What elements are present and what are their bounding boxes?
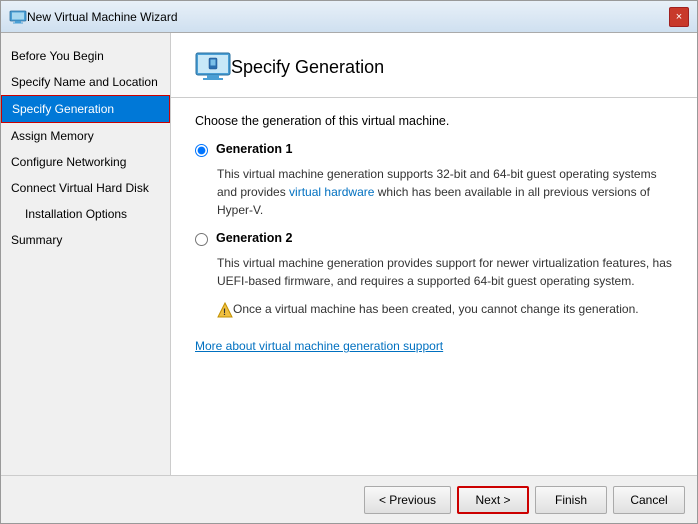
- bottom-bar: < Previous Next > Finish Cancel: [1, 475, 697, 523]
- gen2-radio[interactable]: [195, 233, 208, 246]
- gen1-radio[interactable]: [195, 144, 208, 157]
- more-info-link[interactable]: More about virtual machine generation su…: [195, 339, 443, 353]
- sidebar-item-summary[interactable]: Summary: [1, 227, 170, 253]
- title-bar-text: New Virtual Machine Wizard: [27, 10, 669, 24]
- sidebar-item-installation-options[interactable]: Installation Options: [1, 201, 170, 227]
- gen2-label[interactable]: Generation 2: [216, 231, 292, 245]
- warning-row: ! Once a virtual machine has been create…: [217, 302, 673, 318]
- page-title: Specify Generation: [231, 57, 384, 78]
- sidebar: Before You Begin Specify Name and Locati…: [1, 33, 171, 475]
- gen1-desc-link[interactable]: virtual hardware: [289, 185, 374, 199]
- previous-button[interactable]: < Previous: [364, 486, 451, 514]
- sidebar-item-specify-generation[interactable]: Specify Generation: [1, 95, 170, 123]
- header-section: Specify Generation: [171, 33, 697, 98]
- gen1-desc: This virtual machine generation supports…: [217, 165, 673, 219]
- sidebar-item-before-you-begin[interactable]: Before You Begin: [1, 43, 170, 69]
- body-subtitle: Choose the generation of this virtual ma…: [195, 114, 673, 128]
- next-button[interactable]: Next >: [457, 486, 529, 514]
- gen1-label[interactable]: Generation 1: [216, 142, 292, 156]
- header-icon: [195, 49, 231, 85]
- sidebar-item-configure-networking[interactable]: Configure Networking: [1, 149, 170, 175]
- main-area: Specify Generation Choose the generation…: [171, 33, 697, 475]
- body-section: Choose the generation of this virtual ma…: [171, 98, 697, 475]
- warning-text: Once a virtual machine has been created,…: [233, 302, 639, 316]
- title-bar: New Virtual Machine Wizard ×: [1, 1, 697, 33]
- finish-button[interactable]: Finish: [535, 486, 607, 514]
- footer-link-container: More about virtual machine generation su…: [195, 338, 673, 353]
- warning-icon: !: [217, 302, 233, 318]
- window-icon: [9, 8, 27, 26]
- sidebar-item-connect-vhd[interactable]: Connect Virtual Hard Disk: [1, 175, 170, 201]
- close-button[interactable]: ×: [669, 7, 689, 27]
- sidebar-item-specify-name-location[interactable]: Specify Name and Location: [1, 69, 170, 95]
- gen1-option-row: Generation 1: [195, 142, 673, 157]
- sidebar-item-assign-memory[interactable]: Assign Memory: [1, 123, 170, 149]
- wizard-content: Before You Begin Specify Name and Locati…: [1, 33, 697, 475]
- gen2-option-row: Generation 2: [195, 231, 673, 246]
- gen2-desc: This virtual machine generation provides…: [217, 254, 673, 290]
- cancel-button[interactable]: Cancel: [613, 486, 685, 514]
- svg-text:!: !: [223, 307, 226, 317]
- wizard-window: New Virtual Machine Wizard × Before You …: [0, 0, 698, 524]
